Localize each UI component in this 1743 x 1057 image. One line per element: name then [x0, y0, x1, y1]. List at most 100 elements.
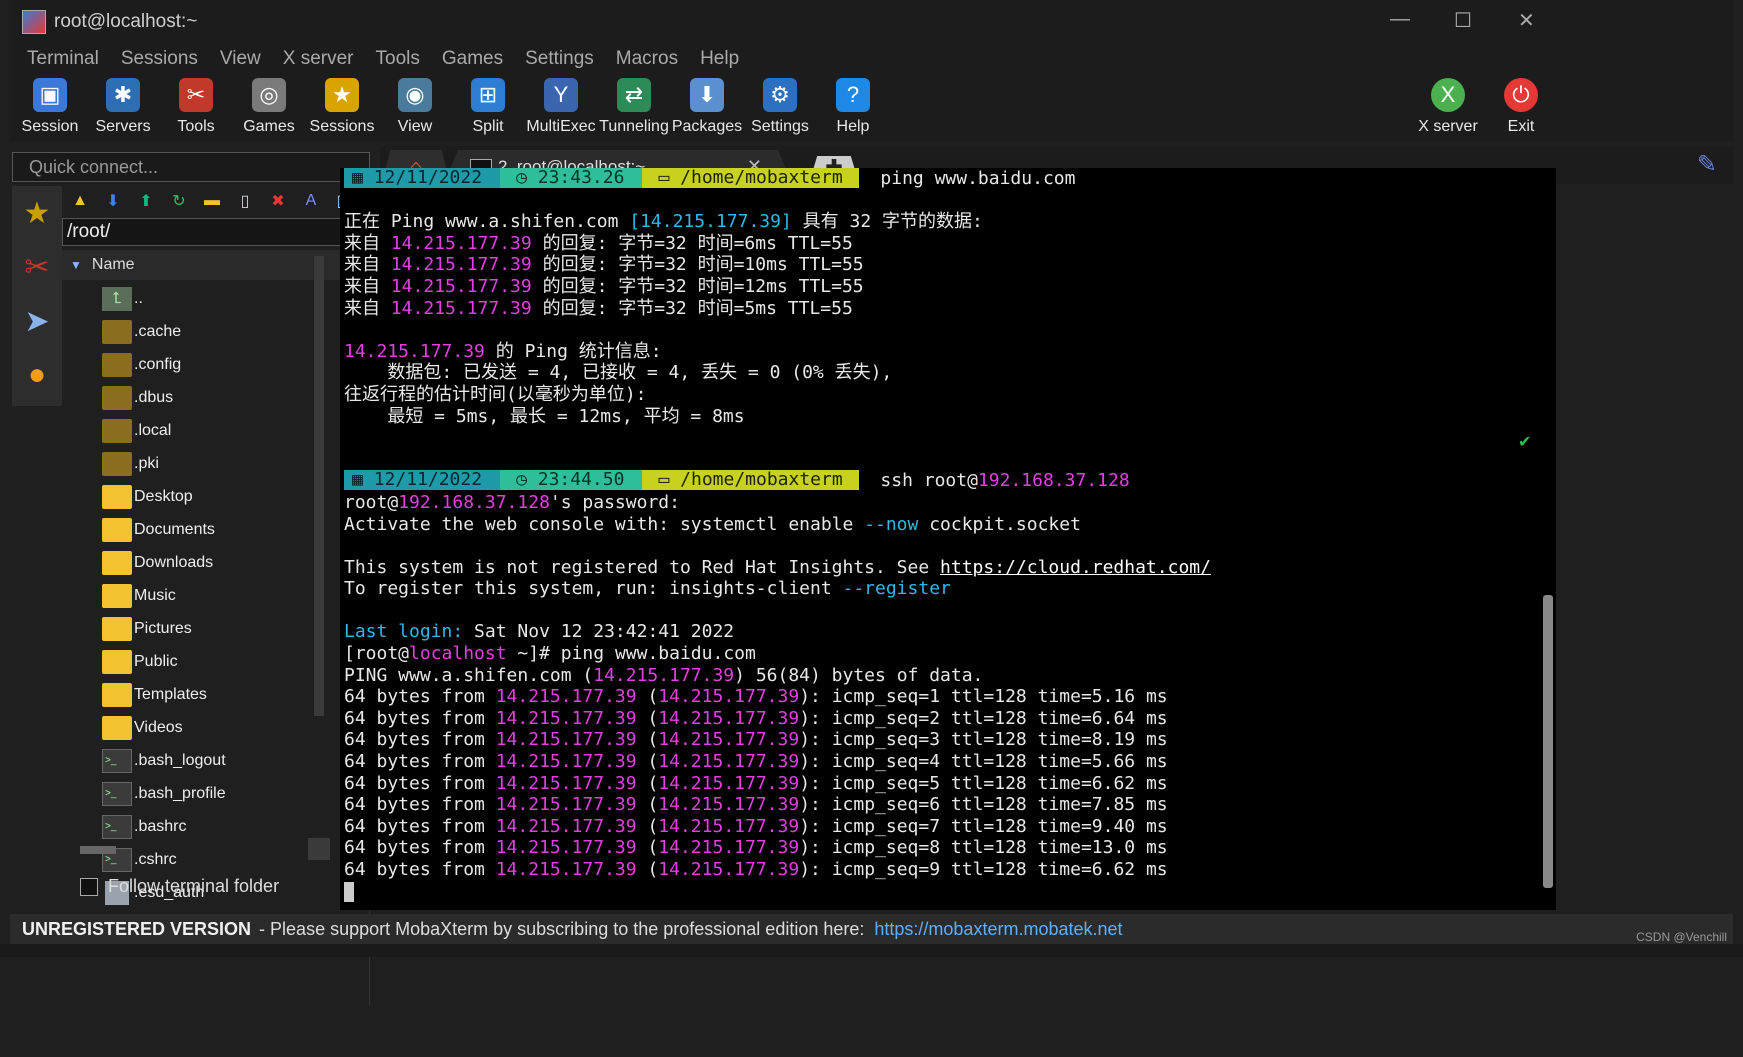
sessions-star-icon[interactable]: ★ — [12, 186, 62, 240]
menu-sessions[interactable]: Sessions — [121, 48, 198, 70]
toolbar-tunneling-button[interactable]: ⇄ Tunneling — [594, 78, 674, 136]
menu-settings[interactable]: Settings — [525, 48, 594, 70]
file-name: Downloads — [134, 553, 214, 571]
refresh-icon[interactable]: ↻ — [167, 189, 191, 213]
tools-icon[interactable]: ✂ — [12, 240, 62, 294]
flag-span: --now — [864, 513, 919, 535]
menu-view[interactable]: View — [220, 48, 261, 70]
name-column-header[interactable]: ▼ Name — [62, 250, 344, 280]
folder-icon — [102, 517, 132, 542]
prompt-date-text: 12/11/2022 — [373, 168, 483, 188]
file-name: Pictures — [134, 619, 192, 637]
menu-games[interactable]: Games — [442, 48, 503, 70]
title-bar: root@localhost:~ — ☐ ✕ — [10, 0, 1733, 44]
path-input[interactable]: /root/ ▼ — [62, 218, 368, 246]
toolbar-split-button[interactable]: ⊞ Split — [448, 78, 528, 136]
paperclip-icon[interactable]: ✎ — [1697, 150, 1717, 179]
minimize-button[interactable]: — — [1390, 8, 1410, 31]
file-row[interactable]: .config — [62, 348, 344, 381]
terminal-scrollbar[interactable] — [1543, 595, 1553, 888]
file-name: .config — [134, 355, 182, 373]
text-span: 64 bytes from — [344, 751, 496, 773]
toolbar-help-button[interactable]: ? Help — [813, 78, 893, 136]
output-line: Last login: Sat Nov 12 23:42:41 2022 — [340, 621, 1556, 643]
text-span: 正在 Ping www.a.shifen.com — [344, 211, 630, 233]
follow-terminal-checkbox[interactable]: Follow terminal folder — [80, 876, 279, 897]
quick-connect-input[interactable]: Quick connect... — [12, 152, 370, 182]
checkbox-box[interactable] — [80, 877, 98, 896]
file-row[interactable]: Videos — [62, 711, 344, 744]
file-row[interactable]: .dbus — [62, 381, 344, 414]
terminal-output[interactable]: ▦ 12/11/2022 ◷ 23:43.26 ▭ /home/mobaxterm … — [340, 168, 1556, 910]
text-span: [root@ — [344, 643, 410, 665]
file-row[interactable]: .cache — [62, 315, 344, 348]
file-row[interactable]: Public — [62, 645, 344, 678]
toolbar-packages-button[interactable]: ⬇ Packages — [667, 78, 747, 136]
file-row[interactable]: >_ .bashrc — [62, 810, 344, 843]
support-text: - Please support MobaXterm by subscribin… — [259, 918, 865, 939]
menu-macros[interactable]: Macros — [616, 48, 678, 70]
menu-terminal[interactable]: Terminal — [27, 48, 99, 70]
folder-icon — [102, 616, 132, 641]
rename-icon[interactable]: A — [299, 189, 323, 213]
sftp-send-icon[interactable]: ➤ — [12, 294, 62, 348]
mobaxterm-link[interactable]: https://mobaxterm.mobatek.net — [874, 919, 1122, 940]
file-row[interactable]: Downloads — [62, 546, 344, 579]
file-toolbar: ▲ ⬇ ⬆ ↻ ▬ ▯ ✖ A ▥ — [62, 186, 369, 216]
file-row[interactable]: .local — [62, 414, 344, 447]
file-row[interactable]: Templates — [62, 678, 344, 711]
toolbar-exit-button[interactable]: ⏻ Exit — [1481, 78, 1561, 136]
ip-span: [14.215.177.39] — [629, 211, 792, 233]
output-line: 来自 14.215.177.39 的回复: 字节=32 时间=6ms TTL=5… — [340, 233, 1556, 255]
toolbar-multiexec-button[interactable]: Y MultiExec — [521, 78, 601, 136]
file-row[interactable]: .pki — [62, 447, 344, 480]
text-span: 64 bytes from — [344, 794, 496, 816]
file-row[interactable]: ⮤.. — [62, 282, 344, 315]
macros-icon[interactable]: ● — [12, 348, 62, 402]
toolbar-settings-button[interactable]: ⚙ Settings — [740, 78, 820, 136]
file-list-hscrollbar[interactable] — [80, 846, 116, 854]
ip-span: 14.215.177.39 — [495, 772, 637, 794]
close-window-button[interactable]: ✕ — [1518, 8, 1535, 33]
folder-up-icon[interactable]: ▲ — [68, 189, 92, 213]
toolbar-view-button[interactable]: ◉ View — [375, 78, 455, 136]
toolbar-star-button[interactable]: ★ Sessions — [302, 78, 382, 136]
toolbar-tools-button[interactable]: ✂ Tools — [156, 78, 236, 136]
file-row[interactable]: >_ .bash_profile — [62, 777, 344, 810]
menu-tools[interactable]: Tools — [376, 48, 420, 70]
new-file-icon[interactable]: ▯ — [233, 189, 257, 213]
file-row[interactable]: >_ .bash_logout — [62, 744, 344, 777]
menu-help[interactable]: Help — [700, 48, 739, 70]
file-row[interactable]: Pictures — [62, 612, 344, 645]
toolbar-games-button[interactable]: ◎ Games — [229, 78, 309, 136]
file-row[interactable]: Documents — [62, 513, 344, 546]
toolbar-servers-button[interactable]: ✱ Servers — [83, 78, 163, 136]
toolbar-session-button[interactable]: ▣ Session — [10, 78, 90, 136]
new-folder-icon[interactable]: ▬ — [200, 189, 224, 213]
multiexec-icon: Y — [544, 78, 578, 112]
toolbar-label: Split — [472, 118, 504, 135]
file-row[interactable]: Music — [62, 579, 344, 612]
text-span: ( — [636, 686, 659, 708]
file-list-scrollbar[interactable] — [314, 256, 324, 716]
side-icon-bar: ★ ✂ ➤ ● — [12, 186, 62, 406]
app-icon — [22, 10, 46, 34]
redhat-link[interactable]: https://cloud.redhat.com/ — [940, 557, 1211, 578]
delete-icon[interactable]: ✖ — [266, 189, 290, 213]
ip-span: 14.215.177.39 — [344, 340, 485, 362]
maximize-button[interactable]: ☐ — [1454, 8, 1472, 33]
file-row[interactable]: Desktop — [62, 480, 344, 513]
ip-span: 14.215.177.39 — [495, 837, 637, 859]
ip-span: 14.215.177.39 — [495, 794, 637, 816]
menu-xserver[interactable]: X server — [283, 48, 354, 70]
upload-icon[interactable]: ⬆ — [134, 189, 158, 213]
download-icon[interactable]: ⬇ — [101, 189, 125, 213]
output-line: 来自 14.215.177.39 的回复: 字节=32 时间=10ms TTL=… — [340, 254, 1556, 276]
text-span: This system is not registered to Red Hat… — [344, 556, 941, 578]
file-name: .bash_profile — [134, 784, 226, 802]
prompt-line: ▦ 12/11/2022 ◷ 23:44.50 ▭ /home/mobaxterm … — [340, 470, 1556, 492]
text-span: 来自 — [344, 254, 391, 276]
toolbar-xserver-button[interactable]: X X server — [1408, 78, 1488, 136]
parent-folder-icon: ⮤ — [102, 286, 132, 311]
